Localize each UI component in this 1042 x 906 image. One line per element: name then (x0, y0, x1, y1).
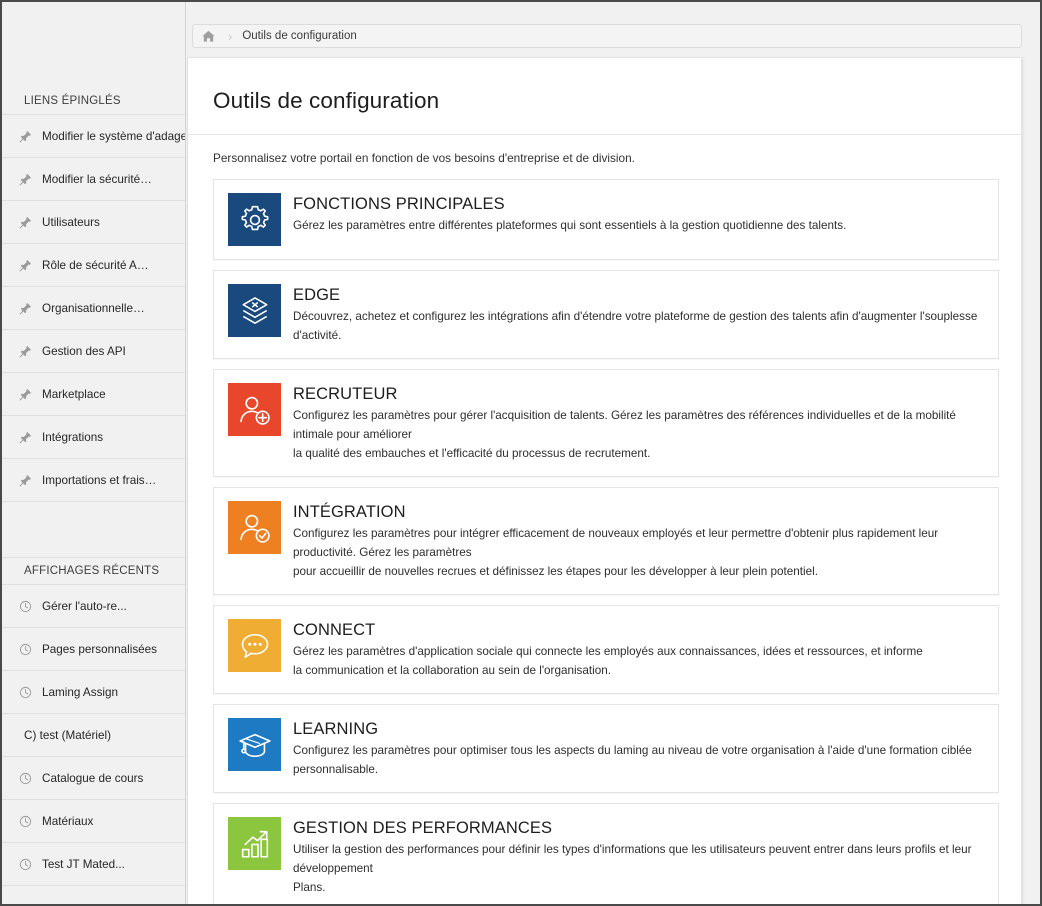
tool-card-description: Découvrez, achetez et configurez les int… (293, 310, 978, 342)
sidebar-pinned-item-label: Intégrations (42, 430, 104, 444)
sidebar-recent-item-3[interactable]: C) test (Matériel) (2, 714, 185, 757)
tools-card-list: FONCTIONS PRINCIPALES Gérez les paramètre… (188, 165, 1021, 904)
tool-card-title: RECRUTEUR (293, 385, 398, 403)
tool-card[interactable]: EDGE Découvrez, achetez et configurez les… (213, 270, 999, 359)
tool-card-body: EDGE Découvrez, achetez et configurez les… (293, 284, 986, 345)
sidebar-spacer (2, 502, 185, 558)
sidebar-recent-item-label: C) test (Matériel) (24, 728, 112, 742)
clock-icon (18, 599, 32, 613)
pin-icon (18, 430, 32, 444)
sidebar-pinned-item-label: Modifier le système d'adage (42, 129, 186, 143)
tool-card-title: LEARNING (293, 720, 379, 738)
clock-icon (18, 642, 32, 656)
sidebar-pinned-item-2[interactable]: Utilisateurs (2, 201, 185, 244)
sidebar-pinned-item-label: Organisationnelle… (42, 301, 145, 315)
sidebar-recent-item-1[interactable]: Pages personnalisées (2, 628, 185, 671)
sidebar-pinned-list: Modifier le système d'adage Modifier la s… (2, 114, 185, 502)
breadcrumb-current[interactable]: Outils de configuration (242, 30, 356, 42)
sidebar-pinned-item-label: Rôle de sécurité A… (42, 258, 149, 272)
tool-card[interactable]: GESTION DES PERFORMANCES Utiliser la gest… (213, 803, 999, 904)
tool-card-description: Utiliser la gestion des performances pou… (293, 843, 972, 894)
graduation-cap-icon (228, 718, 281, 771)
tool-card[interactable]: INTÉGRATION Configurez les paramètres pou… (213, 487, 999, 595)
clock-icon (18, 857, 32, 871)
user-check-icon (228, 501, 281, 554)
sidebar-pinned-item-label: Utilisateurs (42, 215, 100, 229)
home-icon[interactable] (201, 29, 216, 44)
tool-card-description: Gérez les paramètres d'application socia… (293, 645, 923, 677)
sidebar-pinned-item-1[interactable]: Modifier la sécurité… (2, 158, 185, 201)
gear-icon (228, 193, 281, 246)
sidebar-pinned-item-label: Gestion des API (42, 344, 126, 358)
sidebar-pinned-item-5[interactable]: Gestion des API (2, 330, 185, 373)
clock-icon (18, 771, 32, 785)
bar-chart-icon (228, 817, 281, 870)
sidebar-recent-list: Gérer l'auto-re... Pages personnalisées La… (2, 584, 185, 886)
sidebar-recent-item-5[interactable]: Matériaux (2, 800, 185, 843)
sidebar-recent-item-6[interactable]: Test JT Mated... (2, 843, 185, 886)
pin-icon (18, 172, 32, 186)
sidebar: LIENS ÉPINGLÉS Modifier le système d'ada… (2, 2, 186, 904)
sidebar-recent-item-4[interactable]: Catalogue de cours (2, 757, 185, 800)
sidebar-recent-item-2[interactable]: Laming Assign (2, 671, 185, 714)
sidebar-pinned-item-8[interactable]: Importations et frais… (2, 459, 185, 502)
pin-icon (18, 301, 32, 315)
sidebar-pinned-item-0[interactable]: Modifier le système d'adage (2, 115, 185, 158)
breadcrumb: › Outils de configuration (192, 24, 1022, 48)
sidebar-recent-item-label: Gérer l'auto-re... (42, 599, 127, 613)
sidebar-pinned-item-label: Modifier la sécurité… (42, 172, 152, 186)
pin-icon (18, 258, 32, 272)
tool-card-description: Configurez les paramètres pour optimiser… (293, 744, 972, 776)
breadcrumb-separator: › (228, 28, 233, 44)
tool-card-body: FONCTIONS PRINCIPALES Gérez les paramètre… (293, 193, 986, 235)
pin-icon (18, 129, 32, 143)
pin-icon (18, 344, 32, 358)
sidebar-recent-item-label: Catalogue de cours (42, 771, 144, 785)
sidebar-recent-item-label: Matériaux (42, 814, 94, 828)
sidebar-recent-item-label: Test JT Mated... (42, 857, 125, 871)
tool-card[interactable]: CONNECT Gérez les paramètres d'applicatio… (213, 605, 999, 694)
tool-card-body: INTÉGRATION Configurez les paramètres pou… (293, 501, 986, 581)
clock-icon (18, 685, 32, 699)
tool-card-body: LEARNING Configurez les paramètres pour o… (293, 718, 986, 779)
tool-card-description: Configurez les paramètres pour gérer l'a… (293, 409, 956, 460)
tool-card-title: FONCTIONS PRINCIPALES (293, 195, 505, 213)
sidebar-pinned-item-label: Marketplace (42, 387, 106, 401)
app-window: LIENS ÉPINGLÉS Modifier le système d'ada… (0, 0, 1042, 906)
sidebar-pinned-title: LIENS ÉPINGLÉS (24, 95, 121, 107)
sidebar-pinned-item-label: Importations et frais… (42, 473, 157, 487)
tool-card-body: CONNECT Gérez les paramètres d'applicatio… (293, 619, 986, 680)
tool-card-body: GESTION DES PERFORMANCES Utiliser la gest… (293, 817, 986, 897)
tool-card-description: Gérez les paramètres entre différentes p… (293, 219, 847, 232)
layers-icon (228, 284, 281, 337)
tool-card-title: CONNECT (293, 621, 376, 639)
pin-icon (18, 473, 32, 487)
sidebar-recent-item-label: Laming Assign (42, 685, 119, 699)
tool-card-description: Configurez les paramètres pour intégrer … (293, 527, 939, 578)
tool-card-title: GESTION DES PERFORMANCES (293, 819, 553, 837)
chat-bubble-icon (228, 619, 281, 672)
sidebar-pinned-item-3[interactable]: Rôle de sécurité A… (2, 244, 185, 287)
tool-card[interactable]: FONCTIONS PRINCIPALES Gérez les paramètre… (213, 179, 999, 260)
main-panel: Outils de configuration Personnalisez vo… (187, 57, 1022, 904)
clock-icon (18, 814, 32, 828)
tool-card[interactable]: RECRUTEUR Configurez les paramètres pour … (213, 369, 999, 477)
pin-icon (18, 387, 32, 401)
page-title: Outils de configuration (213, 88, 440, 113)
tool-card-body: RECRUTEUR Configurez les paramètres pour … (293, 383, 986, 463)
user-plus-icon (228, 383, 281, 436)
sidebar-pinned-item-6[interactable]: Marketplace (2, 373, 185, 416)
tool-card-title: EDGE (293, 286, 341, 304)
sidebar-recent-item-0[interactable]: Gérer l'auto-re... (2, 585, 185, 628)
sidebar-pinned-item-4[interactable]: Organisationnelle… (2, 287, 185, 330)
tool-card[interactable]: LEARNING Configurez les paramètres pour o… (213, 704, 999, 793)
sidebar-pinned-item-7[interactable]: Intégrations (2, 416, 185, 459)
sidebar-recent-item-label: Pages personnalisées (42, 642, 158, 656)
tool-card-title: INTÉGRATION (293, 503, 406, 521)
sidebar-recent-title: AFFICHAGES RÉCENTS (24, 565, 160, 577)
pin-icon (18, 215, 32, 229)
page-subtitle: Personnalisez votre portail en fonction … (213, 151, 635, 165)
